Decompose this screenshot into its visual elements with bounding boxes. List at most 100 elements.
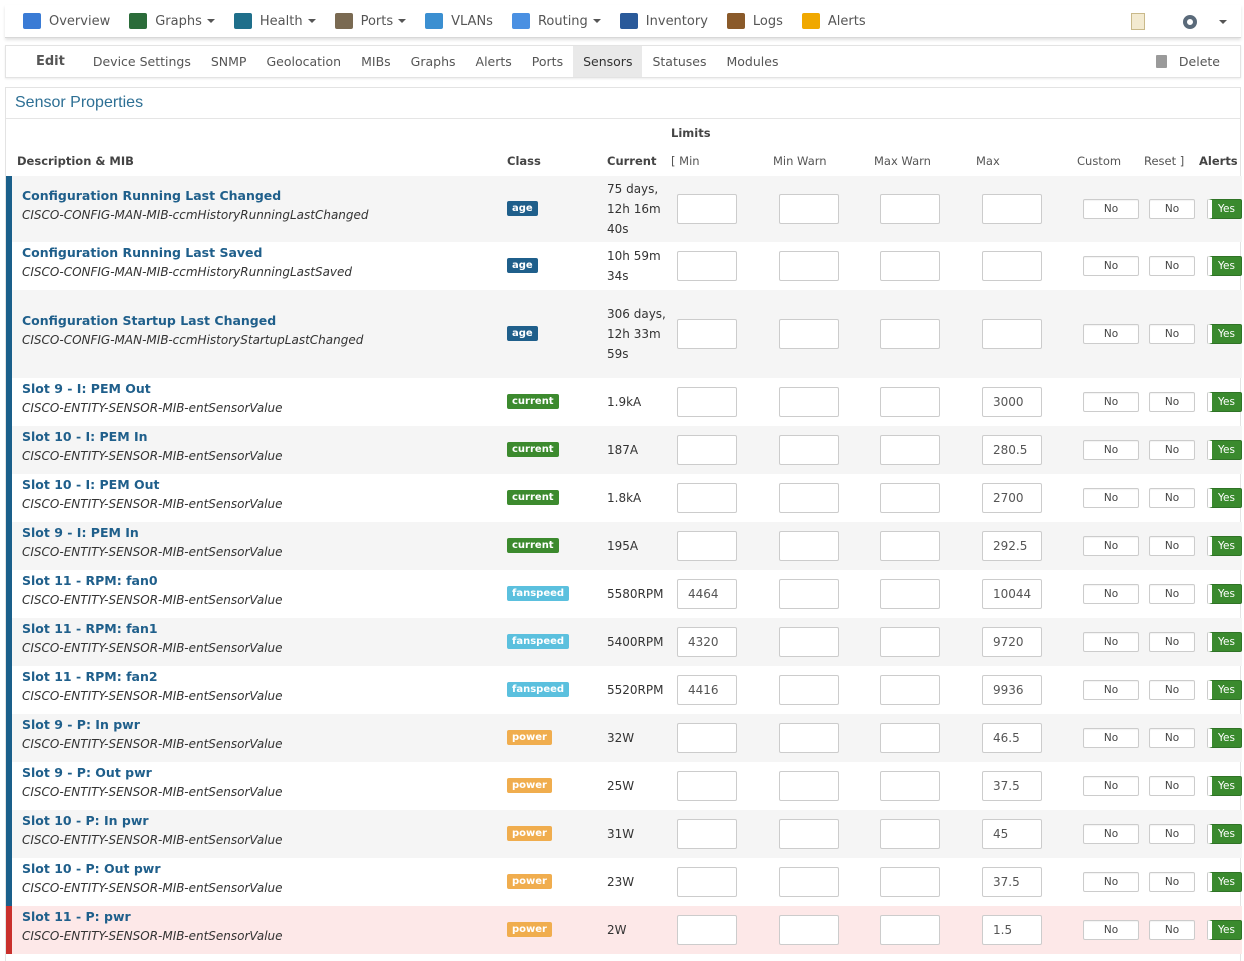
reset-toggle[interactable]: No [1149, 392, 1195, 412]
sensor-title-link[interactable]: Slot 11 - RPM: fan0 [22, 573, 158, 588]
nav-overview[interactable]: Overview [23, 13, 110, 29]
min-limit-input[interactable] [677, 819, 737, 849]
tab-mibs[interactable]: MIBs [351, 46, 401, 77]
min-limit-input[interactable] [677, 483, 737, 513]
nav-ports[interactable]: Ports [334, 13, 407, 29]
gear-icon[interactable] [1183, 14, 1197, 29]
reset-toggle[interactable]: No [1149, 488, 1195, 508]
sensor-title-link[interactable]: Configuration Running Last Changed [22, 188, 281, 203]
min-limit-input[interactable]: 4464 [677, 579, 737, 609]
min-warn-input[interactable] [779, 194, 839, 224]
nav-health[interactable]: Health [233, 13, 316, 29]
min-warn-input[interactable] [779, 483, 839, 513]
reset-toggle[interactable]: No [1149, 199, 1195, 219]
nav-alerts[interactable]: Alerts [801, 13, 866, 29]
sensor-title-link[interactable]: Slot 9 - P: In pwr [22, 717, 140, 732]
max-limit-input[interactable]: 9936 [982, 675, 1042, 705]
sensor-title-link[interactable]: Slot 11 - RPM: fan2 [22, 669, 158, 684]
alerts-toggle[interactable]: Yes [1208, 776, 1242, 796]
min-limit-input[interactable]: 4320 [677, 627, 737, 657]
reset-toggle[interactable]: No [1149, 256, 1195, 276]
tab-snmp[interactable]: SNMP [201, 46, 257, 77]
min-limit-input[interactable] [677, 194, 737, 224]
reset-toggle[interactable]: No [1149, 776, 1195, 796]
alerts-toggle[interactable]: Yes [1208, 488, 1242, 508]
alerts-toggle[interactable]: Yes [1208, 199, 1242, 219]
alerts-toggle[interactable]: Yes [1208, 920, 1242, 940]
max-warn-input[interactable] [880, 579, 940, 609]
sensor-title-link[interactable]: Configuration Running Last Saved [22, 245, 262, 260]
custom-toggle[interactable]: No [1083, 680, 1139, 700]
custom-toggle[interactable]: No [1083, 872, 1139, 892]
custom-toggle[interactable]: No [1083, 256, 1139, 276]
sensor-title-link[interactable]: Slot 11 - RPM: fan1 [22, 621, 158, 636]
min-limit-input[interactable] [677, 319, 737, 349]
max-limit-input[interactable]: 10044 [982, 579, 1042, 609]
nav-vlans[interactable]: VLANs [425, 13, 493, 29]
sensor-title-link[interactable]: Slot 9 - I: PEM In [22, 525, 139, 540]
custom-toggle[interactable]: No [1083, 824, 1139, 844]
custom-toggle[interactable]: No [1083, 728, 1139, 748]
min-warn-input[interactable] [779, 819, 839, 849]
max-limit-input[interactable]: 37.5 [982, 771, 1042, 801]
min-warn-input[interactable] [779, 723, 839, 753]
max-warn-input[interactable] [880, 771, 940, 801]
alerts-toggle[interactable]: Yes [1208, 680, 1242, 700]
sensor-title-link[interactable]: Slot 10 - I: PEM Out [22, 477, 159, 492]
min-warn-input[interactable] [779, 579, 839, 609]
max-warn-input[interactable] [880, 435, 940, 465]
min-warn-input[interactable] [779, 771, 839, 801]
max-limit-input[interactable] [982, 251, 1042, 281]
sensor-title-link[interactable]: Slot 10 - P: Out pwr [22, 861, 161, 876]
min-limit-input[interactable] [677, 387, 737, 417]
min-warn-input[interactable] [779, 531, 839, 561]
max-limit-input[interactable] [982, 194, 1042, 224]
min-limit-input[interactable] [677, 867, 737, 897]
custom-toggle[interactable]: No [1083, 584, 1139, 604]
custom-toggle[interactable]: No [1083, 199, 1139, 219]
alerts-toggle[interactable]: Yes [1208, 728, 1242, 748]
reset-toggle[interactable]: No [1149, 324, 1195, 344]
min-limit-input[interactable] [677, 723, 737, 753]
alerts-toggle[interactable]: Yes [1208, 584, 1242, 604]
reset-toggle[interactable]: No [1149, 920, 1195, 940]
reset-toggle[interactable]: No [1149, 632, 1195, 652]
custom-toggle[interactable]: No [1083, 440, 1139, 460]
max-warn-input[interactable] [880, 867, 940, 897]
alerts-toggle[interactable]: Yes [1208, 256, 1242, 276]
nav-inventory[interactable]: Inventory [619, 13, 708, 29]
max-limit-input[interactable]: 37.5 [982, 867, 1042, 897]
sensor-title-link[interactable]: Slot 9 - I: PEM Out [22, 381, 151, 396]
alerts-toggle[interactable]: Yes [1208, 324, 1242, 344]
alerts-toggle[interactable]: Yes [1208, 632, 1242, 652]
custom-toggle[interactable]: No [1083, 392, 1139, 412]
delete-button[interactable]: Delete [1155, 46, 1220, 77]
max-warn-input[interactable] [880, 915, 940, 945]
max-limit-input[interactable]: 45 [982, 819, 1042, 849]
max-limit-input[interactable] [982, 319, 1042, 349]
alerts-toggle[interactable]: Yes [1208, 440, 1242, 460]
tab-statuses[interactable]: Statuses [642, 46, 716, 77]
max-limit-input[interactable]: 1.5 [982, 915, 1042, 945]
max-warn-input[interactable] [880, 675, 940, 705]
max-warn-input[interactable] [880, 483, 940, 513]
sensor-title-link[interactable]: Slot 10 - I: PEM In [22, 429, 148, 444]
nav-routing[interactable]: Routing [511, 13, 601, 29]
custom-toggle[interactable]: No [1083, 776, 1139, 796]
tab-ports[interactable]: Ports [522, 46, 573, 77]
min-warn-input[interactable] [779, 435, 839, 465]
nav-logs[interactable]: Logs [726, 13, 783, 29]
reset-toggle[interactable]: No [1149, 824, 1195, 844]
max-warn-input[interactable] [880, 387, 940, 417]
custom-toggle[interactable]: No [1083, 920, 1139, 940]
min-warn-input[interactable] [779, 627, 839, 657]
sensor-title-link[interactable]: Configuration Startup Last Changed [22, 313, 276, 328]
min-warn-input[interactable] [779, 251, 839, 281]
reset-toggle[interactable]: No [1149, 728, 1195, 748]
alerts-toggle[interactable]: Yes [1208, 392, 1242, 412]
sensor-title-link[interactable]: Slot 9 - P: Out pwr [22, 765, 152, 780]
chevron-down-icon[interactable] [1219, 19, 1227, 24]
nav-graphs[interactable]: Graphs [129, 13, 215, 29]
alerts-toggle[interactable]: Yes [1208, 872, 1242, 892]
max-warn-input[interactable] [880, 627, 940, 657]
